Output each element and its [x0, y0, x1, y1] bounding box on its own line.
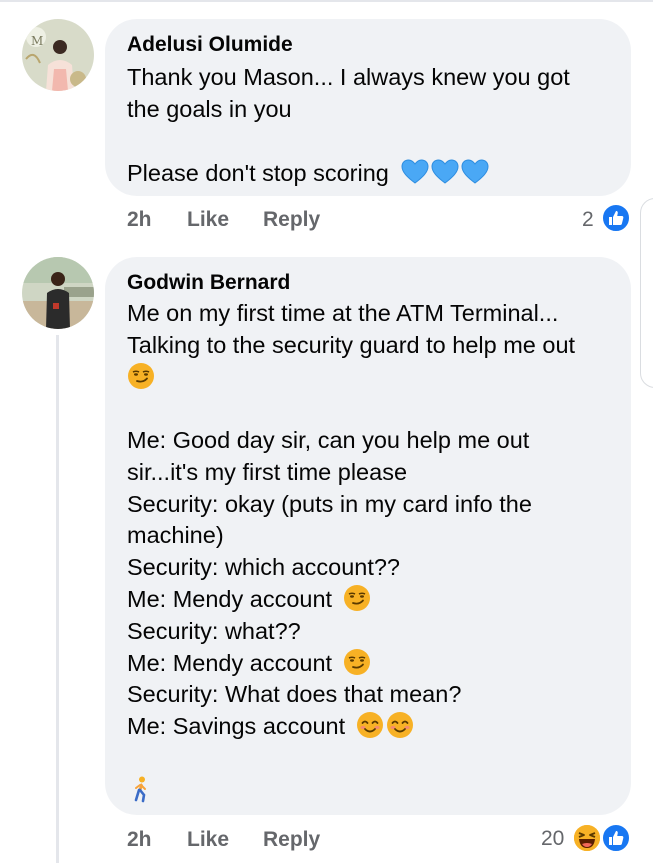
comment-text-line: Talking to the security guard to help me… — [127, 332, 576, 358]
comment-author[interactable]: Adelusi Olumide — [127, 33, 293, 57]
avatar-godwin-bernard[interactable] — [22, 257, 94, 329]
reaction-count[interactable]: 20 — [541, 827, 564, 851]
comment-text-line: Me: Good day sir, can you help me out — [127, 427, 530, 453]
comment-text-line: Me on my first time at the ATM Terminal.… — [127, 300, 559, 326]
comment-text-line: Security: which account?? — [127, 554, 401, 580]
top-divider — [0, 0, 653, 2]
comment-text-line: Security: what?? — [127, 618, 301, 644]
comment-text: Me: Mendy account — [127, 650, 333, 676]
avatar-adelusi-olumide[interactable]: M — [22, 19, 94, 91]
comment-text-line — [127, 361, 155, 393]
comment-text-line: Me: Savings account — [127, 710, 414, 742]
comment-text-line: machine) — [127, 522, 224, 548]
person-walking-icon — [127, 775, 155, 803]
comment-text-line: Security: What does that mean? — [127, 681, 462, 707]
smirking-face-icon — [343, 648, 371, 676]
blue-heart-icon — [401, 158, 429, 186]
smiling-face-icon — [356, 711, 384, 739]
comment-text-line: Thank you Mason... I always knew you got — [127, 64, 570, 90]
laughing-reaction-icon[interactable] — [572, 823, 602, 853]
like-button[interactable]: Like — [187, 208, 229, 232]
comment-text: Me: Savings account — [127, 713, 346, 739]
comment-text-line: Me: Mendy account — [127, 583, 371, 615]
comment-text-line: Me: Mendy account — [127, 647, 371, 679]
like-reaction-icon[interactable] — [601, 203, 631, 233]
comment-text-line — [127, 774, 155, 806]
comment-time[interactable]: 2h — [127, 208, 152, 232]
reply-button[interactable]: Reply — [263, 208, 320, 232]
smirking-face-icon — [343, 584, 371, 612]
comment-text-line: Security: okay (puts in my card info the — [127, 491, 532, 517]
comment-text-line: Please don't stop scoring — [127, 157, 489, 189]
side-panel-edge — [640, 198, 653, 388]
reply-button[interactable]: Reply — [263, 828, 320, 852]
comment-text: Please don't stop scoring — [127, 160, 389, 186]
comment-bubble: Godwin Bernard Me on my first time at th… — [105, 257, 631, 815]
comment-time[interactable]: 2h — [127, 828, 152, 852]
blue-heart-icon — [461, 158, 489, 186]
svg-text:M: M — [31, 34, 43, 48]
comment-author[interactable]: Godwin Bernard — [127, 271, 290, 295]
comment-bubble: Adelusi Olumide Thank you Mason... I alw… — [105, 19, 631, 196]
like-button[interactable]: Like — [187, 828, 229, 852]
comment-text-line: the goals in you — [127, 96, 292, 122]
comment-text-line: sir...it's my first time please — [127, 459, 408, 485]
thread-connector-line — [56, 335, 59, 863]
comment-text: Me: Mendy account — [127, 586, 333, 612]
reaction-count[interactable]: 2 — [582, 208, 594, 232]
smirking-face-icon — [127, 362, 155, 390]
smiling-face-icon — [386, 711, 414, 739]
like-reaction-icon[interactable] — [601, 823, 631, 853]
blue-heart-icon — [431, 158, 459, 186]
